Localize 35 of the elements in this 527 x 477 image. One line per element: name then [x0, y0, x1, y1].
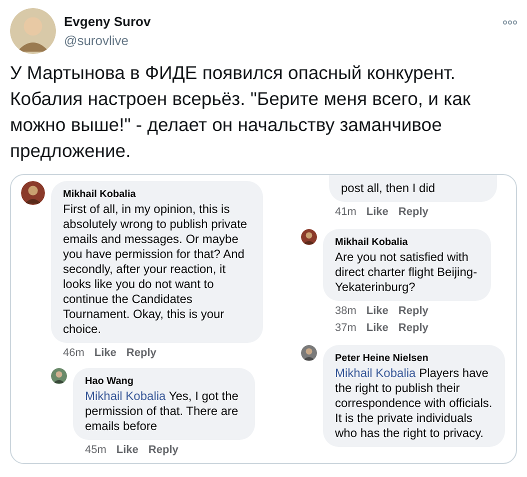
comment-time: 45m [85, 443, 106, 458]
reply-link[interactable]: Reply [126, 345, 156, 362]
comment-text: post all, then I did [341, 181, 436, 196]
reply-link[interactable]: Reply [398, 320, 428, 337]
commenter-name: Mikhail Kobalia [335, 236, 409, 250]
comment-text: Are you not satisfied with direct charter flight Beijing-Yekaterinburg? [335, 250, 478, 295]
commenter-name: Mikhail Kobalia [63, 188, 137, 202]
avatar [51, 368, 67, 384]
author-name[interactable]: Evgeny Surov [64, 12, 151, 31]
like-link[interactable]: Like [366, 320, 388, 337]
reply-link[interactable]: Reply [148, 442, 178, 459]
avatar [21, 181, 45, 205]
commenter-name: Hao Wang [85, 375, 135, 389]
avatar [301, 345, 317, 361]
avatar [10, 8, 56, 54]
reply-link[interactable]: Reply [398, 303, 428, 320]
author-handle[interactable]: @surovlive [64, 31, 151, 50]
comment-text: Mikhail Kobalia Yes, I got the permission of that. There are emails before [85, 389, 240, 434]
tweet-text: У Мартынова в ФИДЕ появился опасный конкурент. Кобалия настроен всерьёз. "Берите меня всего, и как можно выше!" - делает он начальству заманчивое предложение. [10, 61, 472, 163]
like-link[interactable]: Like [116, 442, 138, 459]
comment-time: 38m [335, 304, 356, 319]
like-link[interactable]: Like [94, 345, 116, 362]
mention-link[interactable]: Mikhail Kobalia [85, 389, 166, 403]
mention-link[interactable]: Mikhail Kobalia [335, 366, 416, 380]
comment-text: Mikhail Kobalia Players have the right to publish their correspondence with officials. It is the private individuals who has the right to privacy. [335, 366, 493, 441]
comment-time: 41m [335, 205, 356, 220]
avatar [301, 229, 317, 245]
reply-link[interactable]: Reply [398, 204, 428, 221]
comment-text: First of all, in my opinion, this is absolutely wrong to publish private emails and messages. Or maybe you have permission for that? And secondly, after your reaction, it looks like you do not want to continue the Candidates Tournament. Okay, this is your choice. [63, 202, 248, 337]
comment-time: 46m [63, 346, 84, 361]
like-link[interactable]: Like [366, 303, 388, 320]
more-icon[interactable] [503, 20, 517, 25]
comment-time: 37m [335, 321, 356, 336]
like-link[interactable]: Like [366, 204, 388, 221]
commenter-name: Peter Heine Nielsen [335, 352, 430, 366]
